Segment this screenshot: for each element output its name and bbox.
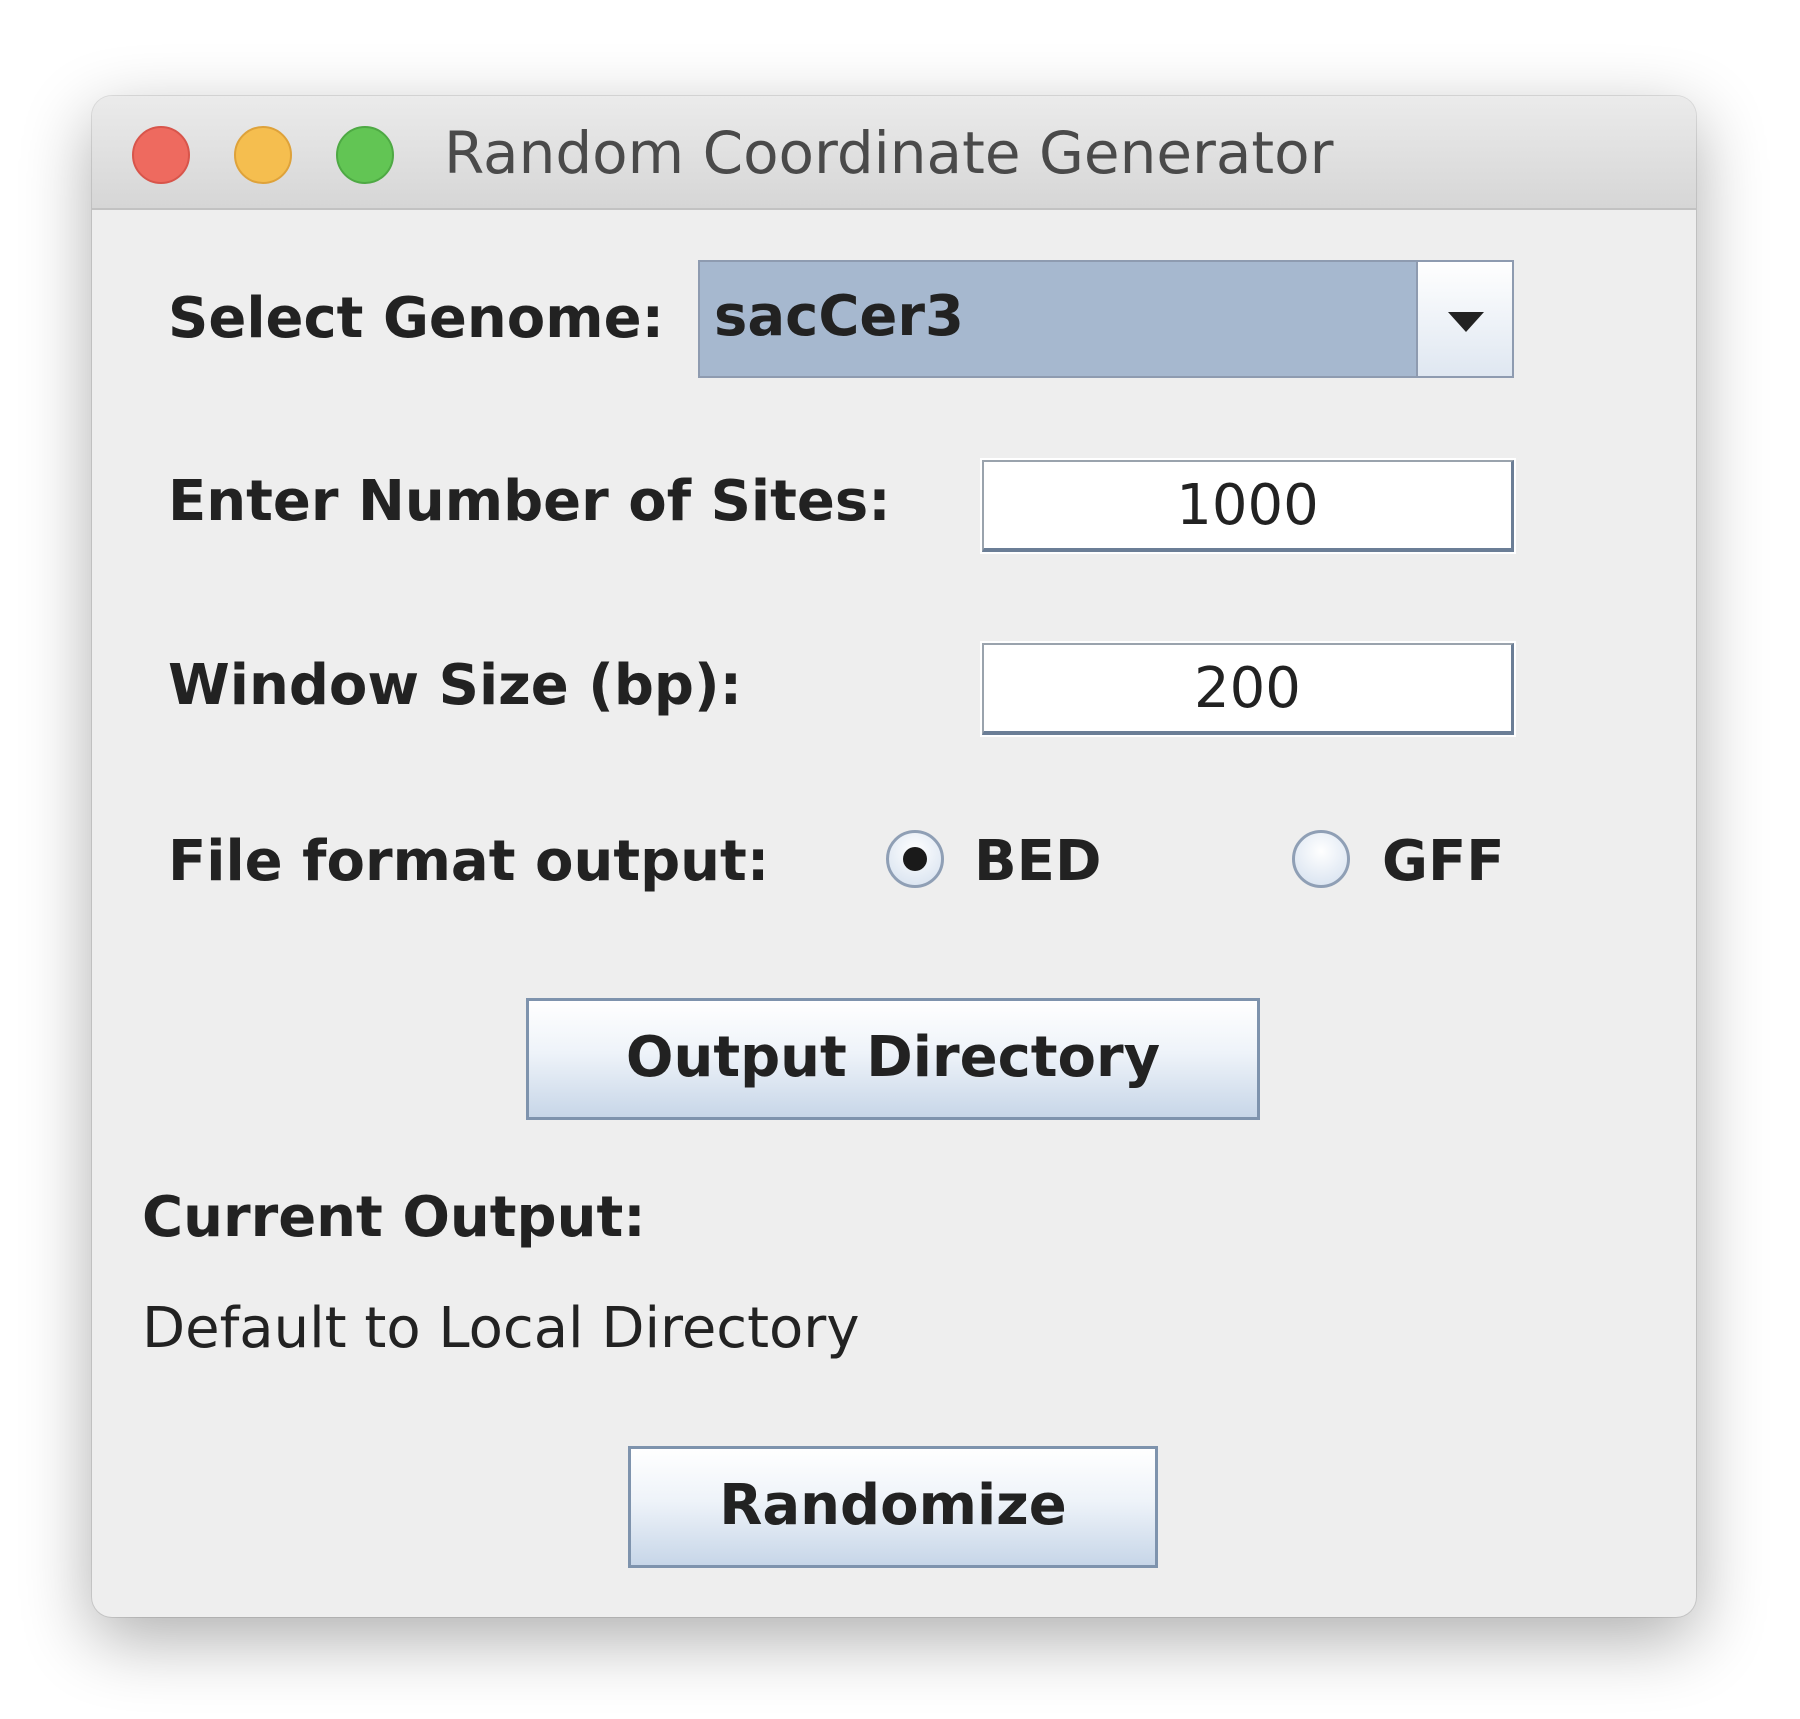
- minimize-window-button[interactable]: [234, 126, 292, 184]
- gff-radio[interactable]: [1292, 830, 1350, 888]
- chevron-down-icon: [1448, 312, 1484, 332]
- window-size-label: Window Size (bp):: [168, 653, 742, 718]
- radio-selected-dot: [903, 847, 927, 871]
- select-genome-label: Select Genome:: [168, 286, 664, 351]
- bed-radio[interactable]: [886, 830, 944, 888]
- genome-select[interactable]: sacCer3: [698, 260, 1514, 378]
- genome-selected-value: sacCer3: [714, 284, 964, 349]
- current-output-label: Current Output:: [142, 1185, 646, 1250]
- app-window: Random Coordinate Generator Select Genom…: [92, 96, 1696, 1617]
- window-size-input[interactable]: [980, 641, 1516, 737]
- randomize-button[interactable]: Randomize: [628, 1446, 1158, 1568]
- title-bar[interactable]: Random Coordinate Generator: [92, 96, 1696, 210]
- window-title: Random Coordinate Generator: [444, 119, 1334, 187]
- close-window-button[interactable]: [132, 126, 190, 184]
- bed-radio-label[interactable]: BED: [974, 827, 1101, 897]
- gff-radio-label[interactable]: GFF: [1382, 827, 1504, 897]
- genome-dropdown-button[interactable]: [1416, 262, 1512, 376]
- current-output-value: Default to Local Directory: [142, 1296, 860, 1361]
- number-of-sites-input[interactable]: [980, 458, 1516, 554]
- maximize-window-button[interactable]: [336, 126, 394, 184]
- output-directory-button[interactable]: Output Directory: [526, 998, 1260, 1120]
- file-format-label: File format output:: [168, 829, 770, 894]
- number-of-sites-label: Enter Number of Sites:: [168, 469, 891, 534]
